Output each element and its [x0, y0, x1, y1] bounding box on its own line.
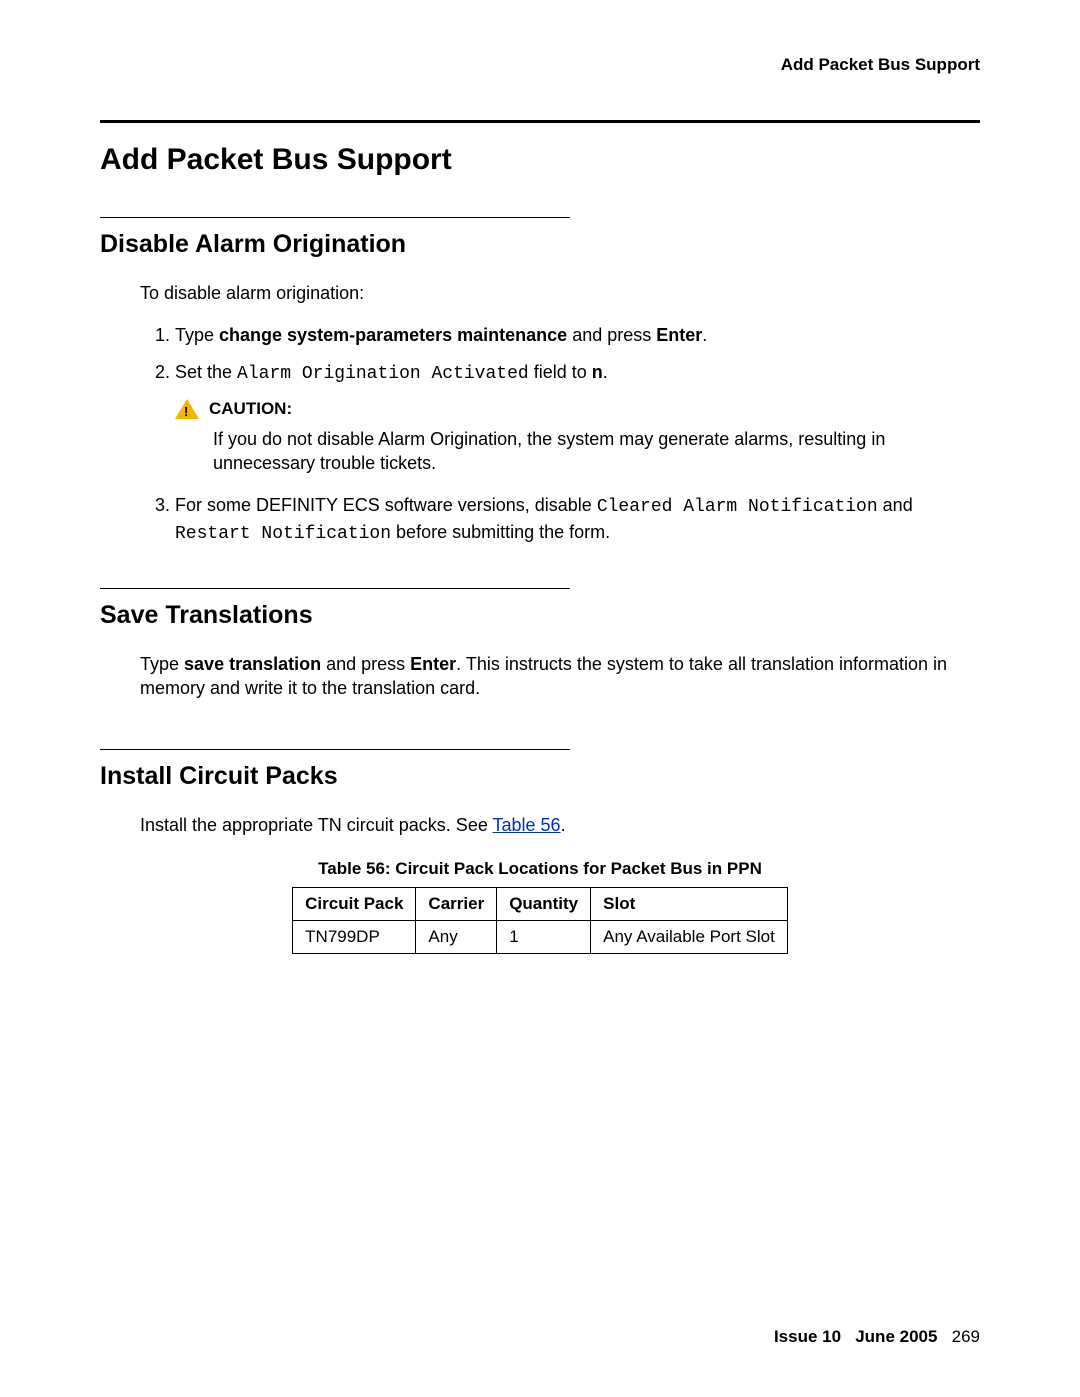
footer-issue: Issue 10 — [774, 1327, 841, 1346]
running-head: Add Packet Bus Support — [100, 55, 980, 75]
footer-date: June 2005 — [855, 1327, 937, 1346]
install-text: Install the appropriate TN circuit packs… — [140, 813, 980, 837]
text: Type — [140, 654, 184, 674]
text: Set the — [175, 362, 237, 382]
field-name: Restart Notification — [175, 524, 391, 544]
caution-icon — [175, 399, 199, 419]
caution-header: CAUTION: — [175, 398, 980, 421]
text: Install the appropriate TN circuit packs… — [140, 815, 493, 835]
document-page: Add Packet Bus Support Add Packet Bus Su… — [0, 0, 1080, 1397]
command-text: change system-parameters maintenance — [219, 325, 567, 345]
rule-thin — [100, 749, 570, 750]
text: . — [702, 325, 707, 345]
cell-quantity: 1 — [497, 920, 591, 953]
rule-thin — [100, 217, 570, 218]
table-header-row: Circuit Pack Carrier Quantity Slot — [293, 887, 788, 920]
text: and press — [567, 325, 656, 345]
caution-text: If you do not disable Alarm Origination,… — [213, 427, 980, 476]
rule-thin — [100, 588, 570, 589]
page-title: Add Packet Bus Support — [100, 143, 980, 177]
text: Type — [175, 325, 219, 345]
col-slot: Slot — [591, 887, 788, 920]
text: . — [561, 815, 566, 835]
step-1: Type change system-parameters maintenanc… — [175, 323, 980, 347]
cell-slot: Any Available Port Slot — [591, 920, 788, 953]
text: and press — [321, 654, 410, 674]
table-circuit-pack-locations: Circuit Pack Carrier Quantity Slot TN799… — [292, 887, 788, 954]
text: and — [878, 495, 913, 515]
col-carrier: Carrier — [416, 887, 497, 920]
page-footer: Issue 10 June 2005 269 — [774, 1327, 980, 1347]
steps-list: Type change system-parameters maintenanc… — [175, 323, 980, 546]
footer-page-number: 269 — [952, 1327, 980, 1346]
text: before submitting the form. — [391, 522, 610, 542]
save-translations-text: Type save translation and press Enter. T… — [140, 652, 980, 701]
col-quantity: Quantity — [497, 887, 591, 920]
intro-text: To disable alarm origination: — [140, 281, 980, 305]
field-name: Alarm Origination Activated — [237, 364, 529, 384]
col-circuit-pack: Circuit Pack — [293, 887, 416, 920]
heading-disable-alarm-origination: Disable Alarm Origination — [100, 230, 980, 259]
caution-label: CAUTION: — [209, 398, 292, 421]
step-2: Set the Alarm Origination Activated fiel… — [175, 360, 980, 476]
command-text: save translation — [184, 654, 321, 674]
step-3: For some DEFINITY ECS software versions,… — [175, 493, 980, 546]
cell-circuit-pack: TN799DP — [293, 920, 416, 953]
cell-carrier: Any — [416, 920, 497, 953]
table-caption: Table 56: Circuit Pack Locations for Pac… — [100, 859, 980, 879]
key-enter: Enter — [410, 654, 456, 674]
heading-install-circuit-packs: Install Circuit Packs — [100, 762, 980, 791]
value-n: n — [592, 362, 603, 382]
rule-thick — [100, 120, 980, 123]
text: . — [603, 362, 608, 382]
table-56-link[interactable]: Table 56 — [493, 815, 561, 835]
text: For some DEFINITY ECS software versions,… — [175, 495, 597, 515]
field-name: Cleared Alarm Notification — [597, 497, 878, 517]
table-row: TN799DP Any 1 Any Available Port Slot — [293, 920, 788, 953]
key-enter: Enter — [656, 325, 702, 345]
heading-save-translations: Save Translations — [100, 601, 980, 630]
text: field to — [529, 362, 592, 382]
